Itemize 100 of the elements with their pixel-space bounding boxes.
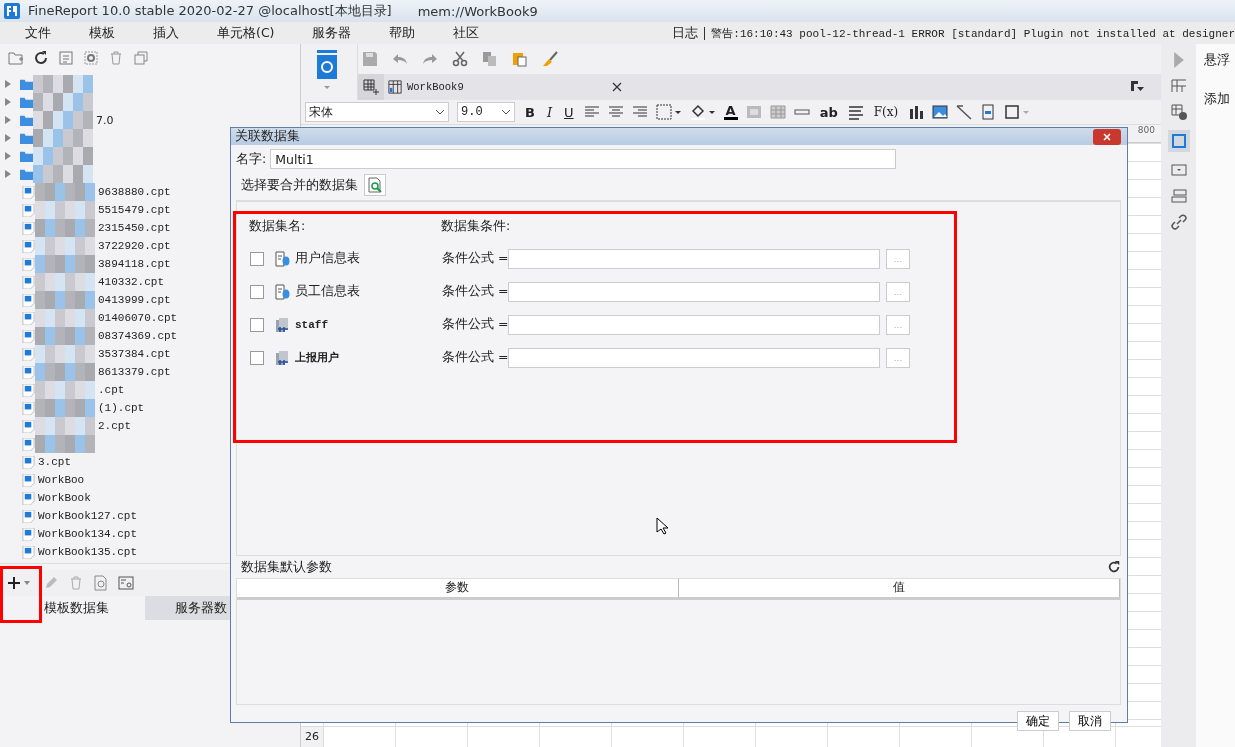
form-icon[interactable] — [980, 104, 997, 120]
trash-icon[interactable] — [68, 575, 84, 591]
cut-icon[interactable] — [452, 51, 468, 67]
file-name[interactable]: WorkBook127.cpt — [38, 510, 138, 522]
menu-item[interactable]: 社区 — [453, 24, 480, 42]
format-button[interactable]: B — [523, 104, 537, 120]
close-button[interactable] — [1093, 128, 1121, 145]
menu-item[interactable]: 插入 — [153, 24, 179, 42]
new-folder-icon[interactable] — [8, 50, 24, 66]
file-name[interactable]: .cpt — [98, 384, 125, 396]
file-name[interactable]: 8613379.cpt — [98, 366, 171, 378]
trash-icon[interactable] — [108, 50, 124, 66]
file-name[interactable]: 3722920.cpt — [98, 240, 171, 252]
dataset-name: 上报用户 — [295, 350, 340, 365]
expand-arrow-icon[interactable] — [5, 116, 11, 124]
name-field[interactable]: Multi1 — [270, 149, 897, 169]
font-color-button[interactable]: A — [723, 104, 738, 120]
condition-field[interactable] — [508, 281, 880, 302]
file-name[interactable]: 410332.cpt — [98, 276, 164, 288]
menu-item[interactable]: 帮助 — [389, 24, 416, 42]
file-name[interactable]: 08374369.cpt — [98, 330, 178, 342]
workbook-tab[interactable]: WorkBook9 — [388, 80, 608, 94]
copy-icon[interactable] — [482, 51, 498, 67]
file-name[interactable]: 3.cpt — [38, 456, 71, 468]
expand-arrow-icon[interactable] — [5, 80, 11, 88]
pencil-icon[interactable] — [43, 575, 59, 591]
copy-icon[interactable] — [133, 50, 149, 66]
format-button[interactable]: U — [562, 104, 576, 120]
fill-bucket-icon[interactable] — [689, 104, 716, 120]
select-dataset-button[interactable] — [364, 174, 386, 196]
file-name[interactable]: 01406070.cpt — [98, 312, 178, 324]
bar-chart-icon[interactable] — [908, 104, 925, 120]
file-name[interactable]: 0413999.cpt — [98, 294, 171, 306]
folder-icon — [20, 149, 33, 163]
file-name[interactable]: 2315450.cpt — [98, 222, 171, 234]
expand-arrow-icon[interactable] — [5, 170, 11, 178]
menu-item[interactable]: 单元格(C) — [217, 24, 275, 42]
checkbox[interactable] — [250, 350, 264, 365]
close-icon — [1102, 131, 1112, 142]
expand-arrow-icon[interactable] — [5, 98, 11, 106]
frame-icon[interactable] — [1167, 130, 1190, 152]
brush-icon[interactable] — [542, 51, 558, 67]
paste-icon[interactable] — [512, 51, 528, 67]
log-label[interactable]: 日志 — [672, 24, 699, 42]
formula-button[interactable]: F(x) — [871, 105, 901, 119]
font-size-dropdown[interactable]: 9.0 — [457, 102, 515, 122]
checkbox[interactable] — [250, 284, 264, 299]
text-tool-button[interactable]: ab — [817, 104, 840, 120]
font-dropdown[interactable]: 宋体 — [305, 102, 449, 122]
format-button[interactable]: I — [544, 104, 555, 120]
document-icon[interactable] — [58, 50, 74, 66]
stack-icon[interactable] — [1170, 188, 1187, 204]
checkbox[interactable] — [250, 317, 264, 332]
logo-icon — [4, 3, 20, 19]
report-icon[interactable] — [315, 50, 339, 90]
condition-field[interactable] — [508, 314, 880, 335]
slash-icon[interactable] — [956, 104, 973, 120]
file-name[interactable]: 9638880.cpt — [98, 186, 171, 198]
file-name[interactable]: 3537384.cpt — [98, 348, 171, 360]
save-icon[interactable] — [362, 51, 378, 67]
condition-field[interactable] — [508, 248, 880, 269]
menu-item[interactable]: 模板 — [89, 24, 115, 42]
file-name[interactable]: WorkBook135.cpt — [38, 546, 138, 558]
layout-icon[interactable] — [1170, 78, 1187, 94]
file-name[interactable]: (1).cpt — [98, 402, 145, 414]
cancel-button[interactable]: 取消 — [1069, 711, 1111, 731]
align-icon[interactable] — [583, 104, 600, 120]
menu-item[interactable]: 文件 — [25, 24, 51, 42]
merge-cells-icon[interactable] — [745, 104, 762, 120]
file-name[interactable]: 2.cpt — [98, 420, 131, 432]
align-icon[interactable] — [607, 104, 624, 120]
preview-icon[interactable] — [93, 575, 109, 591]
file-name[interactable]: WorkBoo — [38, 474, 85, 486]
folder-name[interactable]: 7.0 — [96, 113, 114, 127]
caret-icon — [435, 109, 445, 115]
checkbox[interactable] — [250, 251, 264, 266]
close-icon[interactable] — [612, 82, 622, 92]
file-name[interactable]: 5515479.cpt — [98, 204, 171, 216]
condition-field[interactable] — [508, 347, 880, 368]
menu-item[interactable]: 服务器 — [312, 24, 352, 42]
align-icon[interactable] — [631, 104, 648, 120]
expand-arrow-icon[interactable] — [5, 134, 11, 142]
expand-arrow-icon[interactable] — [5, 152, 11, 160]
refresh-icon[interactable] — [1107, 560, 1121, 574]
panel-item[interactable]: 添加 — [1204, 91, 1235, 108]
file-name[interactable]: 3894118.cpt — [98, 258, 171, 270]
table-icon[interactable] — [769, 104, 786, 120]
grid-add-icon[interactable] — [358, 74, 384, 100]
file-name[interactable]: WorkBook — [38, 492, 91, 504]
row-number: 26 — [301, 727, 323, 747]
border-icon[interactable] — [655, 104, 682, 120]
file-name[interactable]: WorkBook134.cpt — [38, 528, 138, 540]
settings-icon[interactable] — [118, 575, 134, 591]
dropdown-box-icon[interactable] — [1170, 162, 1187, 178]
ok-button[interactable]: 确定 — [1017, 711, 1059, 731]
refresh-icon[interactable] — [33, 50, 49, 66]
image-icon[interactable] — [932, 104, 949, 120]
link-icon[interactable] — [1170, 214, 1187, 230]
paragraph-icon[interactable] — [847, 104, 864, 120]
frame-icon[interactable] — [1004, 104, 1031, 120]
